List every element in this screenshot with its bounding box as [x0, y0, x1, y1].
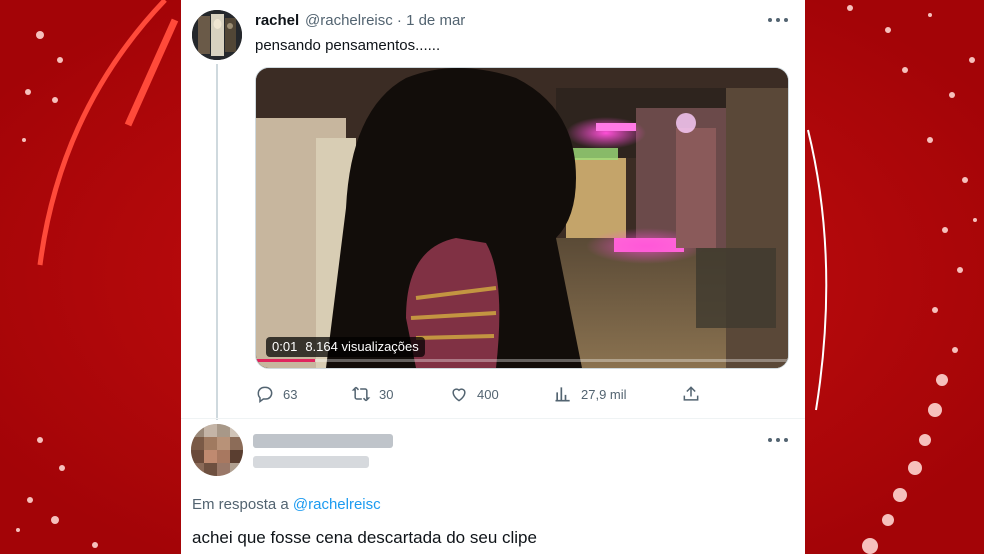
- reply-action[interactable]: 63: [255, 382, 297, 406]
- divider: [181, 418, 805, 419]
- like-action[interactable]: 400: [449, 382, 499, 406]
- reply-avatar[interactable]: [191, 424, 243, 476]
- tweet-actions: 63 30 400 27,9 mil: [255, 382, 715, 406]
- video-views: 8.164 visualizações: [305, 339, 419, 354]
- video-frame: [256, 68, 788, 368]
- video-progress-fill: [256, 359, 315, 362]
- reply-more-icon[interactable]: [766, 432, 790, 448]
- video-player[interactable]: 0:01 8.164 visualizações: [255, 67, 789, 369]
- retweet-count: 30: [379, 386, 394, 402]
- reply-icon: [257, 386, 273, 403]
- author-name[interactable]: rachel: [255, 12, 299, 29]
- reply-count: 63: [283, 386, 298, 402]
- retweet-icon: [351, 386, 371, 402]
- like-icon: [452, 388, 466, 402]
- thread-line: [216, 64, 218, 420]
- video-time: 0:01: [272, 339, 298, 354]
- author-avatar[interactable]: [192, 10, 242, 60]
- views-action[interactable]: 27,9 mil: [553, 382, 627, 406]
- reply-mention-link[interactable]: @rachelreisc: [293, 496, 381, 513]
- author-handle[interactable]: @rachelreisc · 1 de mar: [305, 12, 465, 29]
- video-progress-bar[interactable]: [256, 359, 788, 362]
- reply-text: achei que fosse cena descartada do seu c…: [192, 528, 537, 547]
- reply-author-name-redacted: [253, 434, 393, 448]
- views-count: 27,9 mil: [581, 386, 627, 402]
- views-icon: [555, 387, 570, 402]
- video-badge: 0:01 8.164 visualizações: [266, 337, 425, 357]
- share-action[interactable]: [681, 382, 701, 406]
- tweet-card: rachel @rachelreisc · 1 de mar pensando …: [181, 0, 805, 554]
- retweet-action[interactable]: 30: [351, 382, 393, 406]
- in-reply-prefix: Em resposta a: [192, 496, 293, 513]
- tweet-text: pensando pensamentos......: [255, 37, 441, 54]
- more-icon[interactable]: [766, 12, 790, 28]
- like-count: 400: [477, 386, 499, 402]
- in-reply-to: Em resposta a @rachelreisc: [192, 496, 381, 513]
- share-icon: [683, 386, 699, 401]
- reply-author-handle-redacted: [253, 456, 369, 468]
